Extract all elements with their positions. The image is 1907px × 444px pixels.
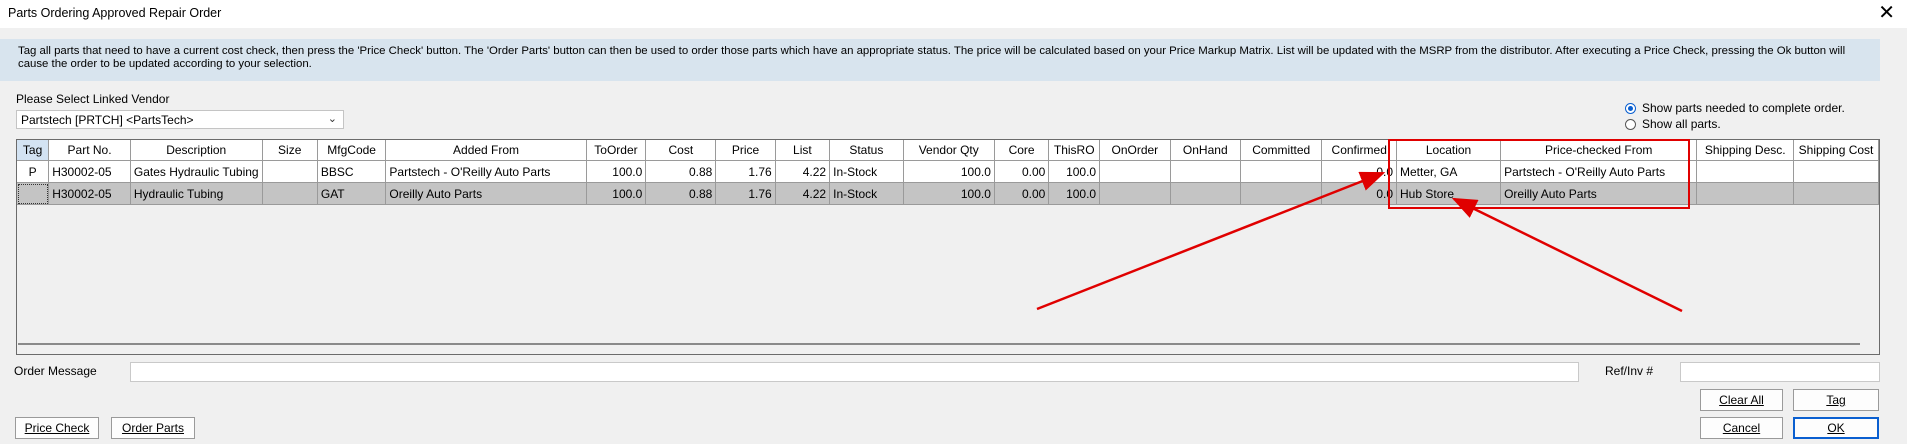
- order-message-label: Order Message: [14, 364, 97, 378]
- cancel-button[interactable]: Cancel: [1700, 417, 1783, 439]
- order-parts-button[interactable]: Order Parts: [111, 417, 195, 439]
- ref-inv-input[interactable]: [1680, 362, 1880, 382]
- ok-button[interactable]: OK: [1793, 417, 1879, 439]
- clear-all-button[interactable]: Clear All: [1700, 389, 1783, 411]
- tag-button[interactable]: Tag: [1793, 389, 1879, 411]
- arrow-right: [1451, 197, 1683, 313]
- ref-inv-label: Ref/Inv #: [1605, 364, 1654, 378]
- arrow-left: [1036, 171, 1386, 311]
- price-check-button[interactable]: Price Check: [15, 417, 99, 439]
- order-message-input[interactable]: [130, 362, 1579, 382]
